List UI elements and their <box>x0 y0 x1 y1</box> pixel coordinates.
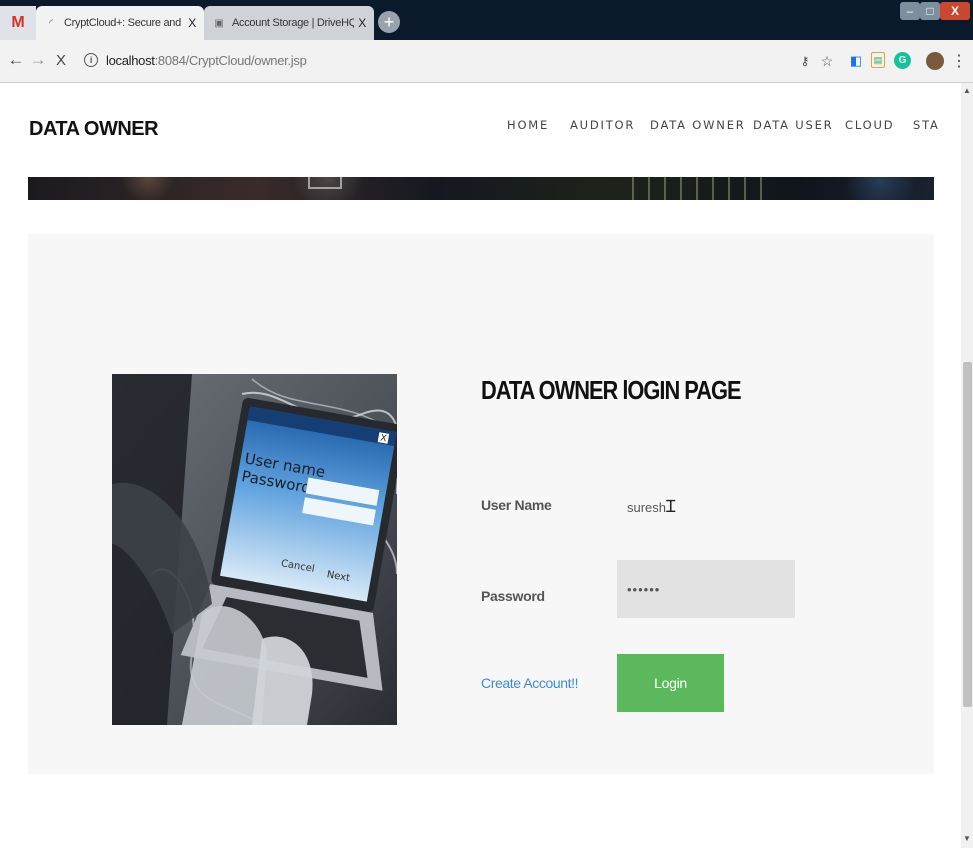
tab-title: CryptCloud+: Secure and Expres <box>64 17 184 29</box>
window-close-button[interactable]: X <box>940 2 970 20</box>
tab-cryptcloud[interactable]: ◜ CryptCloud+: Secure and Expres X <box>36 6 204 40</box>
nav-home[interactable]: HOME <box>507 118 549 132</box>
create-account-link[interactable]: Create Account!! <box>481 675 579 691</box>
nav-cloud[interactable]: CLOUD <box>845 118 894 132</box>
scroll-down-icon[interactable]: ▼ <box>963 834 971 843</box>
star-icon[interactable]: ☆ <box>818 52 836 70</box>
url-host: localhost <box>106 52 155 68</box>
window-minimize-button[interactable]: – <box>900 2 920 20</box>
tab-title: Account Storage | DriveHQ <box>232 17 355 29</box>
login-heading: DATA OWNER lOGIN PAGE <box>481 375 742 405</box>
tab-close-button[interactable]: X <box>358 16 366 30</box>
window-maximize-button[interactable]: □ <box>920 2 940 20</box>
login-illustration: X User name Password Cancel Next <box>112 374 397 725</box>
forward-arrow-icon[interactable]: → <box>28 50 48 70</box>
loading-icon: ◜ <box>49 17 53 29</box>
back-arrow-icon[interactable]: ← <box>6 50 26 70</box>
tab-drivehq[interactable]: ▣ Account Storage | DriveHQ X <box>204 6 374 40</box>
key-icon[interactable]: ⚷ <box>796 52 814 70</box>
tab-close-button[interactable]: X <box>188 16 196 30</box>
browser-titlebar: M ◜ CryptCloud+: Secure and Expres X ▣ A… <box>0 0 973 40</box>
stop-loading-icon[interactable]: X <box>51 50 71 70</box>
text-cursor-icon: Ɪ <box>666 497 676 517</box>
username-input[interactable] <box>617 478 795 536</box>
profile-avatar[interactable] <box>926 52 944 70</box>
nav-status[interactable]: STA <box>913 118 940 132</box>
gmail-icon: M <box>11 14 25 31</box>
url-field[interactable]: i localhost:8084/CryptCloud/owner.jsp <box>78 45 834 75</box>
nav-auditor[interactable]: AUDITOR <box>570 118 635 132</box>
site-logo[interactable]: DATA OWNER <box>29 118 159 141</box>
password-label: Password <box>481 588 545 604</box>
sheets-extension-icon[interactable]: ▤ <box>871 52 885 68</box>
header-banner <box>28 177 934 200</box>
url-path: :8084/CryptCloud/owner.jsp <box>154 52 307 68</box>
tab-gmail[interactable]: M <box>0 6 36 40</box>
translate-extension-icon[interactable]: ◧ <box>847 52 865 70</box>
page-icon: ▣ <box>214 17 224 29</box>
kebab-menu-icon[interactable]: ⋮ <box>950 52 968 70</box>
grammarly-extension-icon[interactable]: G <box>894 52 911 69</box>
nav-data-user[interactable]: DATA USER <box>753 118 833 132</box>
password-input[interactable] <box>617 560 795 618</box>
login-button[interactable]: Login <box>617 654 724 712</box>
scrollbar-thumb[interactable] <box>963 362 972 707</box>
info-icon[interactable]: i <box>84 53 98 67</box>
new-tab-button[interactable]: + <box>378 11 400 33</box>
scroll-up-icon[interactable]: ▲ <box>963 86 971 95</box>
address-bar: ← → X i localhost:8084/CryptCloud/owner.… <box>0 40 973 83</box>
nav-data-owner[interactable]: DATA OWNER <box>650 118 746 132</box>
username-label: User Name <box>481 497 552 513</box>
